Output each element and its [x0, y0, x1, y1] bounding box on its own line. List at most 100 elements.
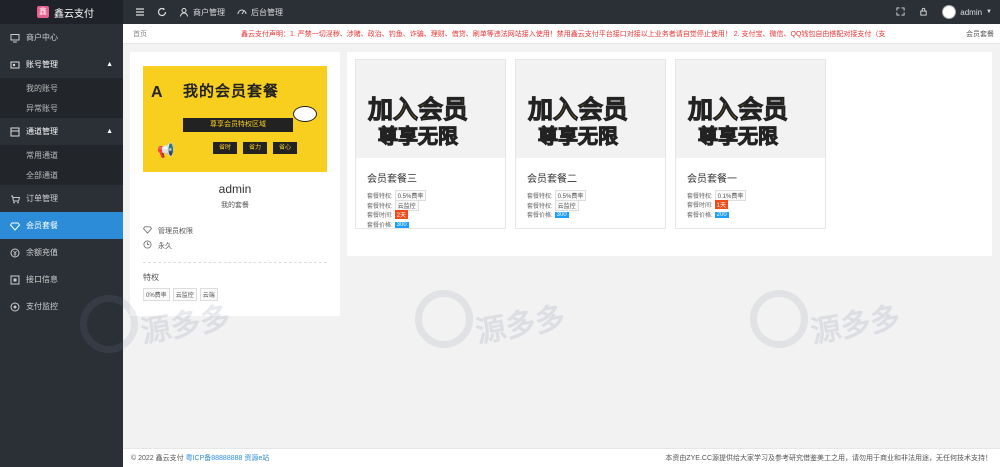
- top-bar: 商户管理 后台管理 admin ▼: [123, 0, 1000, 24]
- package-time-row: 套餐时间: 1天: [687, 200, 729, 209]
- package-banner-line2: 尊享无限: [378, 126, 459, 149]
- row-label: 套餐价格:: [527, 213, 553, 219]
- sidebar-item-recharge[interactable]: 余额充值: [0, 239, 123, 266]
- row-label: 套餐时间:: [367, 213, 393, 219]
- sidebar-subitem-abnormal-account[interactable]: 异常账号: [0, 98, 123, 118]
- banner-badge: 省时: [213, 142, 237, 154]
- app-title: 鑫云支付: [54, 8, 94, 20]
- footer-left: © 2022 鑫云支付 粤ICP备88888888 资源e站: [123, 453, 269, 463]
- sidebar-submenu-account: 我的账号 异常账号: [0, 78, 123, 118]
- duration-text: 永久: [158, 242, 172, 250]
- sidebar: 鑫 鑫云支付 商户中心 账号管理 ▲ 我的账号 异常账号 通道管理 ▲ 常用通道…: [0, 0, 123, 467]
- package-card[interactable]: 加入会员 尊享无限 会员套餐一 套餐特权: 0.1%费率 套餐时间: 1天 套餐价格…: [675, 59, 826, 229]
- sidebar-subitem-common-channel[interactable]: 常用通道: [0, 145, 123, 165]
- footer-site-link[interactable]: 资源e站: [244, 455, 269, 462]
- package-time-row: 套餐时间: 2天: [367, 210, 409, 219]
- divider: [143, 262, 327, 263]
- sidebar-item-label: 接口信息: [26, 275, 58, 284]
- privilege-title: 特权: [143, 273, 159, 282]
- channel-icon: [10, 127, 20, 137]
- sidebar-item-merchant-center[interactable]: 商户中心: [0, 24, 123, 51]
- sidebar-item-label: 商户中心: [26, 33, 58, 42]
- user-name: admin: [960, 7, 983, 17]
- sidebar-item-membership[interactable]: 会员套餐: [0, 212, 123, 239]
- sidebar-item-api-info[interactable]: 接口信息: [0, 266, 123, 293]
- footer-copyright: © 2022 鑫云支付: [131, 455, 184, 462]
- profile-permission: 管理员权限: [142, 225, 193, 236]
- dashboard-icon: [237, 7, 247, 17]
- package-title: 会员套餐二: [527, 174, 577, 185]
- fullscreen-icon[interactable]: [896, 6, 905, 18]
- sidebar-item-account[interactable]: 账号管理 ▲: [0, 51, 123, 78]
- package-title: 会员套餐一: [687, 174, 737, 185]
- sidebar-item-channel[interactable]: 通道管理 ▲: [0, 118, 123, 145]
- package-card[interactable]: 加入会员 尊享无限 会员套餐三 套餐特权: 0.5%费率 套餐特权: 云监控 套餐时…: [355, 59, 506, 229]
- diamond-icon: [10, 221, 20, 231]
- row-label: 套餐特权:: [367, 204, 393, 210]
- backend-manage-label: 后台管理: [251, 7, 283, 17]
- sidebar-item-pay-monitor[interactable]: 支付监控: [0, 293, 123, 320]
- banner-badge: 省心: [273, 142, 297, 154]
- package-banner-line2: 尊享无限: [538, 126, 619, 149]
- sidebar-item-orders[interactable]: 订单管理: [0, 185, 123, 212]
- sidebar-item-label: 订单管理: [26, 194, 58, 203]
- package-banner: 加入会员 尊享无限: [516, 60, 665, 158]
- backend-manage-link[interactable]: 后台管理: [237, 7, 283, 18]
- caret-up-icon: ▲: [106, 128, 113, 135]
- sidebar-item-label: 支付监控: [26, 302, 58, 311]
- footer-disclaimer: 本资由ZYE.CC源提供给大家学习及参考研究借鉴美工之用，请勿用于商业和非法用途…: [665, 455, 992, 462]
- topbar-right: admin ▼: [896, 0, 992, 24]
- avatar: [942, 5, 957, 19]
- refresh-icon: [157, 7, 167, 17]
- row-label: 套餐价格:: [367, 223, 393, 229]
- hamburger-icon: [135, 7, 145, 17]
- sidebar-menu: 商户中心 账号管理 ▲ 我的账号 异常账号 通道管理 ▲ 常用通道 全部通道 订…: [0, 24, 123, 320]
- merchant-manage-link[interactable]: 商户管理: [179, 7, 225, 18]
- price-badge: 300: [554, 211, 569, 218]
- sidebar-submenu-channel: 常用通道 全部通道: [0, 145, 123, 185]
- notice-marquee: 鑫云支付声明：1. 严禁一切淫秽、涉赌、政治、钓鱼、诈骗、理财、借贷、刷单等违法…: [241, 30, 886, 38]
- package-price-row: 套餐价格: 300: [367, 220, 409, 229]
- diamond-icon: [142, 225, 153, 236]
- megaphone-icon: 📢: [157, 142, 175, 158]
- user-menu[interactable]: admin ▼: [942, 5, 992, 19]
- app-logo[interactable]: 鑫 鑫云支付: [0, 0, 123, 24]
- package-banner: 加入会员 尊享无限: [356, 60, 505, 158]
- logo-icon: 鑫: [37, 6, 49, 18]
- price-badge: 300: [394, 221, 409, 228]
- profile-subtitle: 我的套餐: [221, 202, 249, 209]
- refresh-button[interactable]: [157, 7, 167, 17]
- package-price-row: 套餐价格: 300: [527, 210, 569, 219]
- permission-text: 管理员权限: [158, 227, 193, 235]
- breadcrumb-current: 会员套餐: [966, 30, 994, 38]
- time-badge: 1天: [714, 200, 729, 209]
- lock-icon[interactable]: [919, 7, 928, 18]
- package-card[interactable]: 加入会员 尊享无限 会员套餐二 套餐特权: 0.5%费率 套餐特权: 云监控 套餐价…: [515, 59, 666, 229]
- profile-duration: 永久: [143, 240, 172, 251]
- row-label: 套餐价格:: [687, 213, 713, 219]
- caret-up-icon: ▲: [106, 61, 113, 68]
- footer-icp-link[interactable]: 粤ICP备88888888: [186, 455, 243, 462]
- sidebar-item-label: 通道管理: [26, 127, 58, 136]
- package-banner: 加入会员 尊享无限: [676, 60, 825, 158]
- account-icon: [10, 60, 20, 70]
- sidebar-subitem-all-channel[interactable]: 全部通道: [0, 165, 123, 185]
- package-banner-line2: 尊享无限: [698, 126, 779, 149]
- banner-subtitle: 尊享会员特权区域: [183, 118, 293, 132]
- breadcrumb-home[interactable]: 首页: [123, 29, 241, 39]
- menu-toggle-button[interactable]: [135, 7, 145, 17]
- privilege-tags: 0%费率 云监控 云端: [143, 288, 218, 301]
- package-list: 加入会员 尊享无限 会员套餐三 套餐特权: 0.5%费率 套餐特权: 云监控 套餐时…: [347, 52, 992, 256]
- clock-icon: [143, 240, 152, 251]
- time-badge: 2天: [394, 210, 409, 219]
- merchant-manage-label: 商户管理: [193, 7, 225, 17]
- chevron-down-icon: ▼: [986, 9, 992, 15]
- banner-title: 我的会员套餐: [183, 83, 280, 100]
- watermark-text: 源多多: [808, 301, 903, 350]
- footer: © 2022 鑫云支付 粤ICP备88888888 资源e站 本资由ZYE.CC…: [123, 448, 1000, 467]
- monitor-circle-icon: [10, 302, 20, 312]
- package-title: 会员套餐三: [367, 174, 417, 185]
- chat-bubble-icon: [293, 106, 317, 122]
- privilege-tag: 0%费率: [143, 288, 170, 301]
- sidebar-subitem-my-account[interactable]: 我的账号: [0, 78, 123, 98]
